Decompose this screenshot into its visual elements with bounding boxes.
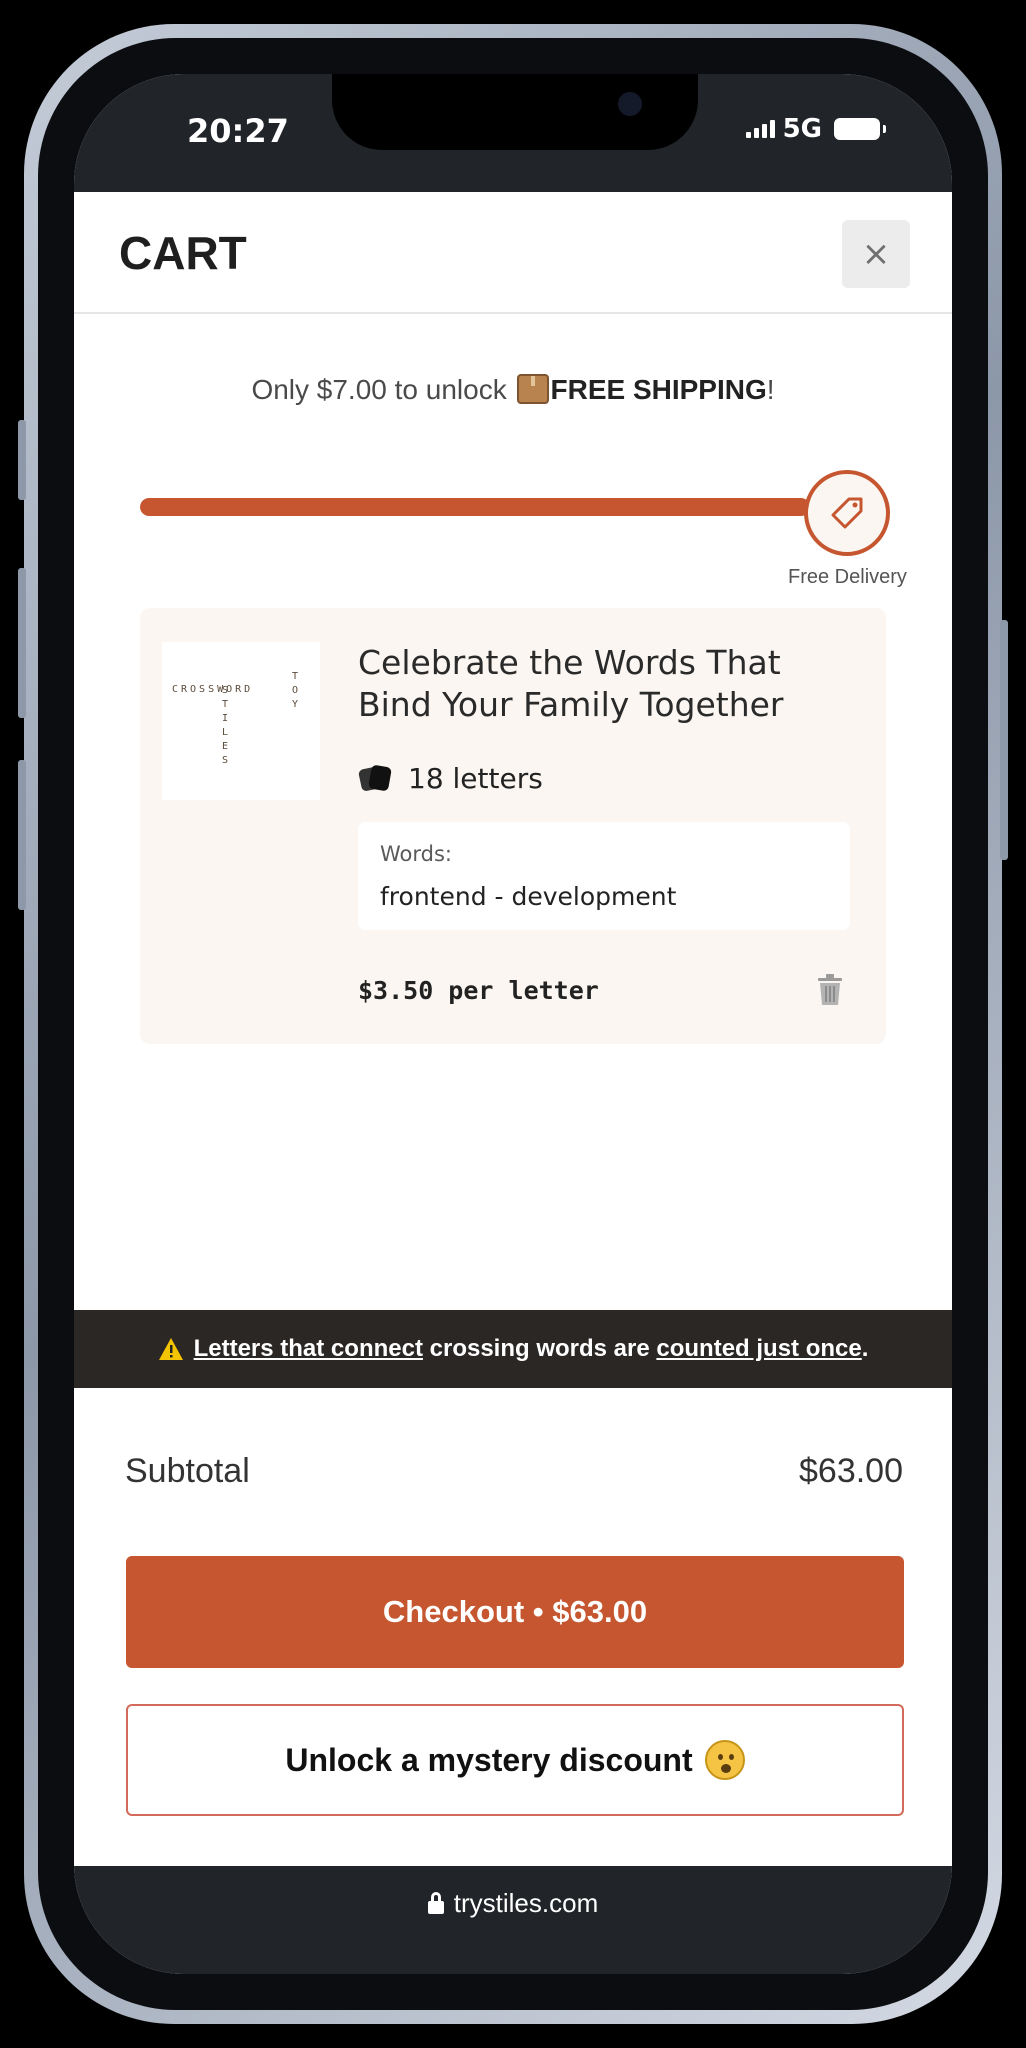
browser-url-bar[interactable]: trystiles.com [74,1866,952,1974]
action-button [18,420,26,500]
trash-icon [818,974,842,1005]
shipping-progress-fill [140,498,810,516]
close-icon: × [861,234,891,274]
status-indicators: 5G [745,114,886,144]
cart-item: CROSSWORD STILES TOY Celebrate the Words… [140,608,886,1044]
volume-up-button [18,568,26,718]
delete-item-button[interactable] [812,970,848,1010]
tiles-icon [358,764,392,791]
volume-down-button [18,760,26,910]
letters-count: 18 letters [358,762,543,795]
shipping-prefix: Only $7.00 to unlock [251,374,507,405]
words-box: Words: frontend - development [358,822,850,930]
surprised-face-icon [704,1740,745,1780]
subtotal-value: $63.00 [799,1452,903,1490]
notice-link-letters[interactable]: Letters that connect [194,1335,423,1362]
item-title: Celebrate the Words That Bind Your Famil… [358,643,784,724]
close-button[interactable]: × [842,220,910,288]
url-text: trystiles.com [453,1888,599,1918]
price-per-letter: $3.50 per letter [358,976,599,1005]
mystery-label: Unlock a mystery discount [285,1741,693,1778]
words-value: frontend - development [380,882,677,911]
free-shipping-message: Only $7.00 to unlock FREE SHIPPING! [74,374,952,406]
signal-icon [745,120,775,138]
shipping-progress-bar [140,498,810,516]
shipping-goal-badge [804,470,890,556]
free-delivery-label: Free Delivery [788,566,907,588]
package-icon [516,374,549,404]
front-camera [618,92,642,116]
product-thumbnail[interactable]: CROSSWORD STILES TOY [162,642,320,800]
tag-icon [831,497,863,529]
power-button [1000,620,1008,860]
phone-screen: 20:27 5G CART × Only $7.00 to unlock FRE… [74,74,952,1974]
status-time: 20:27 [187,112,289,150]
checkout-button[interactable]: Checkout • $63.00 [126,1556,904,1668]
cart-header: CART × [74,192,952,314]
shipping-suffix: ! [766,374,775,405]
thumbnail-word-col-1: STILES [221,685,229,766]
status-bar: 20:27 5G [74,74,952,192]
notice-link-counted[interactable]: counted just once [656,1335,861,1362]
words-label: Words: [380,842,452,866]
notice-text: crossing words are [429,1335,650,1362]
cart-title: CART [119,227,247,279]
dynamic-island [332,74,698,150]
battery-icon [834,118,886,140]
checkout-label: Checkout • $63.00 [382,1594,648,1629]
shipping-highlight: FREE SHIPPING [550,374,767,405]
letters-text: 18 letters [408,762,543,795]
letters-notice-bar: Letters that connect crossing words are … [74,1310,952,1388]
lock-icon [427,1892,444,1914]
thumbnail-word-row: CROSSWORD [172,684,254,695]
notice-period: . [861,1335,869,1362]
subtotal-label: Subtotal [125,1452,250,1490]
network-type: 5G [782,114,822,144]
warning-icon [158,1338,183,1360]
mystery-discount-button[interactable]: Unlock a mystery discount [126,1704,904,1816]
thumbnail-word-col-2: TOY [291,671,299,710]
